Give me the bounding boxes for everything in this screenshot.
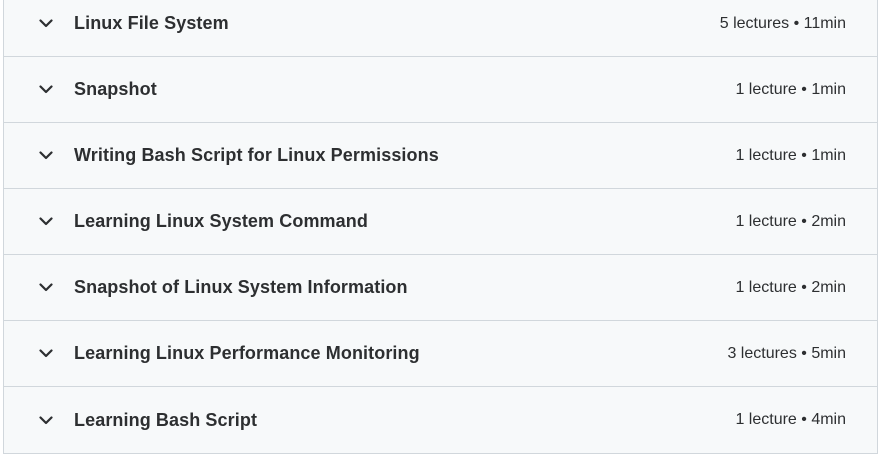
section-title: Learning Linux Performance Monitoring [74, 343, 420, 363]
section-meta: 3 lectures • 5min [727, 344, 846, 362]
section-meta: 1 lecture • 2min [735, 278, 846, 296]
section-snapshot-system-information[interactable]: Snapshot of Linux System Information 1 l… [4, 255, 877, 321]
section-meta: 1 lecture • 1min [735, 146, 846, 164]
section-meta: 1 lecture • 1min [735, 80, 846, 98]
section-snapshot[interactable]: Snapshot 1 lecture • 1min [4, 57, 877, 123]
section-learning-bash-script[interactable]: Learning Bash Script 1 lecture • 4min [4, 387, 877, 453]
section-meta: 1 lecture • 2min [735, 212, 846, 230]
chevron-down-icon[interactable] [38, 346, 54, 362]
section-title: Writing Bash Script for Linux Permission… [74, 145, 439, 165]
section-meta: 5 lectures • 11min [719, 14, 846, 32]
section-title: Learning Bash Script [74, 409, 258, 430]
chevron-down-icon[interactable] [38, 280, 54, 296]
chevron-down-icon[interactable] [38, 16, 54, 32]
section-linux-file-system[interactable]: Linux File System 5 lectures • 11min [4, 0, 877, 57]
curriculum-accordion: Linux File System 5 lectures • 11min Sna… [3, 0, 878, 454]
chevron-down-icon[interactable] [38, 412, 54, 428]
section-meta: 1 lecture • 4min [735, 411, 846, 428]
section-title: Learning Linux System Command [74, 211, 368, 231]
chevron-down-icon[interactable] [38, 214, 54, 230]
section-title: Snapshot [74, 79, 157, 99]
section-writing-bash-script-permissions[interactable]: Writing Bash Script for Linux Permission… [4, 123, 877, 189]
section-title: Snapshot of Linux System Information [74, 277, 408, 297]
section-learning-performance-monitoring[interactable]: Learning Linux Performance Monitoring 3 … [4, 321, 877, 387]
chevron-down-icon[interactable] [38, 82, 54, 98]
section-title: Linux File System [74, 13, 229, 33]
chevron-down-icon[interactable] [38, 148, 54, 164]
section-learning-linux-system-command[interactable]: Learning Linux System Command 1 lecture … [4, 189, 877, 255]
